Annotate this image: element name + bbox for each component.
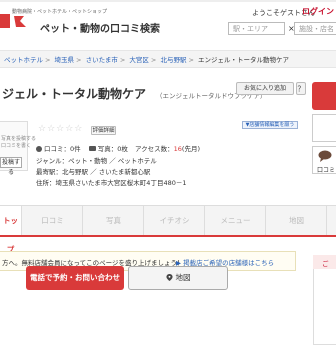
tab-top[interactable]: トップ bbox=[0, 206, 22, 254]
side-action-button[interactable] bbox=[312, 82, 336, 110]
photo-card-line: 写真を投稿する bbox=[1, 136, 37, 142]
map-button-label: 地図 bbox=[175, 273, 191, 282]
tab-recommend[interactable]: イチオシ bbox=[145, 206, 205, 235]
breadcrumb-separator: > bbox=[76, 56, 82, 64]
write-review-label: 口コミ bbox=[317, 167, 336, 174]
post-button[interactable]: 投稿する bbox=[0, 157, 22, 176]
map-pin-icon bbox=[165, 274, 173, 281]
review-label: 口コミ： bbox=[44, 145, 70, 153]
station-row: 最寄駅：北与野駅 ／ さいたま新都心駅 bbox=[36, 168, 151, 176]
breadcrumb-item[interactable]: 北与野駅 bbox=[160, 56, 186, 64]
access-count: 16 bbox=[173, 145, 182, 153]
breadcrumb-item[interactable]: さいたま市 bbox=[86, 56, 118, 64]
rating-detail-button[interactable]: 評価詳細 bbox=[91, 126, 116, 135]
breadcrumb-separator: > bbox=[188, 56, 194, 64]
photo-label: 写真： bbox=[97, 145, 118, 153]
help-button[interactable]: ？ bbox=[296, 82, 306, 95]
breadcrumb-item[interactable]: 大宮区 bbox=[129, 56, 149, 64]
top-border bbox=[0, 0, 336, 2]
breadcrumb-item[interactable]: ペットホテル bbox=[4, 56, 43, 64]
address-row: 住所：埼玉県さいたま市大宮区桜木町4丁目480－1 bbox=[36, 179, 187, 187]
side-panel-title: ご bbox=[322, 260, 329, 268]
keyword-search-input[interactable]: 施設・店名 bbox=[294, 22, 336, 35]
area-search-input[interactable]: 駅・エリア bbox=[228, 22, 285, 35]
call-button[interactable]: 電話で予約・お問い合わせ bbox=[26, 266, 124, 290]
access-label: アクセス数： bbox=[134, 145, 174, 153]
breadcrumb-separator: > bbox=[119, 56, 126, 64]
review-icon bbox=[36, 146, 42, 152]
breadcrumb-current: エンジェル・トータル動物ケア bbox=[197, 56, 289, 64]
camera-icon bbox=[88, 146, 96, 151]
site-logo[interactable] bbox=[0, 14, 30, 28]
review-count[interactable]: 0件 bbox=[70, 145, 81, 153]
side-action-box[interactable] bbox=[312, 114, 336, 142]
login-link[interactable]: ログイン bbox=[302, 6, 334, 17]
stats-row: 口コミ：0件 写真：0枚 アクセス数：16(先月) bbox=[36, 143, 200, 153]
photo-card-line: 口コミを書く bbox=[1, 143, 32, 149]
breadcrumb-separator: > bbox=[45, 56, 51, 64]
rating-stars: ☆☆☆☆☆ bbox=[38, 124, 84, 134]
tab-photos[interactable]: 写真 bbox=[84, 206, 144, 235]
breadcrumb-separator: > bbox=[150, 56, 157, 64]
tab-map[interactable]: 地図 bbox=[267, 206, 327, 235]
genre-row: ジャンル：ペット・動物 ／ ペットホテル bbox=[36, 157, 157, 165]
tab-reviews[interactable]: 口コミ bbox=[23, 206, 83, 235]
add-favorite-button[interactable]: お気に入り追加 bbox=[236, 82, 294, 95]
tab-menu[interactable]: メニュー bbox=[206, 206, 266, 235]
map-button[interactable]: 地図 bbox=[128, 266, 228, 290]
page-title: ジェル・トータル動物ケア bbox=[2, 87, 147, 101]
breadcrumb: ペットホテル > 埼玉県 > さいたま市 > 大宮区 > 北与野駅 > エンジェル・トータ… bbox=[4, 54, 291, 64]
breadcrumb-item[interactable]: 埼玉県 bbox=[55, 56, 75, 64]
site-brand[interactable]: ペット・動物の口コミ検索 bbox=[40, 20, 160, 35]
photo-card-text: 写真を投稿する 口コミを書く bbox=[1, 136, 36, 150]
site-tagline: 動物病院・ペットホテル・ペットショップ bbox=[12, 9, 108, 15]
speech-bubble-icon bbox=[318, 150, 332, 162]
access-unit: (先月) bbox=[181, 145, 200, 153]
photo-count[interactable]: 0枚 bbox=[117, 145, 128, 153]
edit-info-link[interactable]: ▼店舗情報編集を願う bbox=[242, 121, 298, 129]
